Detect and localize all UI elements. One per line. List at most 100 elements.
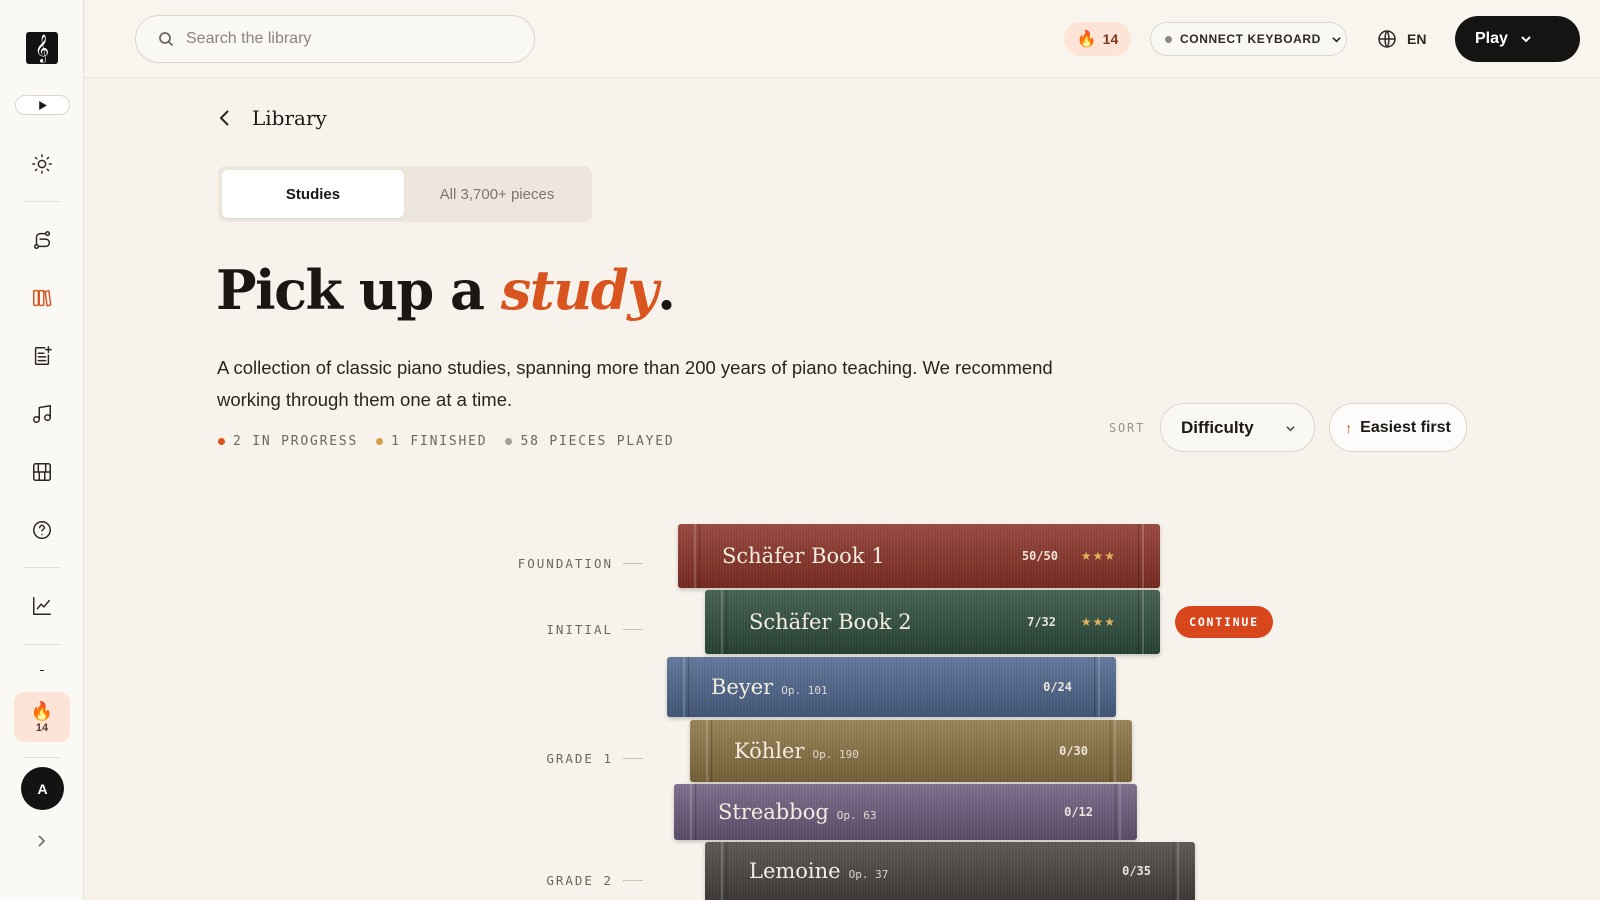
back-button[interactable]	[216, 108, 236, 130]
book-schafer-2[interactable]: Schäfer Book 2 7/32 ★★★	[705, 590, 1160, 654]
book-progress: 0/30	[1059, 744, 1088, 758]
stat-label: 2 IN PROGRESS	[233, 434, 359, 449]
spine-band	[1115, 784, 1116, 840]
spine-band	[721, 590, 723, 654]
sort-dropdown[interactable]: Difficulty	[1160, 403, 1315, 452]
level-label-grade-1: GRADE 1	[546, 751, 643, 766]
spine-band	[711, 720, 712, 782]
expand-sidebar-button[interactable]	[34, 834, 50, 850]
spine-band	[1142, 590, 1144, 654]
flame-icon: 🔥	[1076, 31, 1097, 48]
piano-icon	[33, 463, 51, 481]
book-title-text: Streabbog	[718, 800, 829, 824]
chevron-down-icon	[1332, 36, 1341, 43]
top-bar: 🔥 14 CONNECT KEYBOARD EN Play	[85, 0, 1600, 78]
play-label: Play	[1475, 30, 1508, 47]
page-title: Pick up a study.	[216, 258, 676, 322]
play-icon	[39, 100, 47, 110]
help-icon	[33, 521, 51, 539]
book-streabbog[interactable]: Streabbog Op. 63 0/12	[674, 784, 1137, 840]
language-selector[interactable]: EN	[1377, 26, 1426, 52]
sidebar-item-piano[interactable]	[30, 460, 54, 484]
book-progress: 0/35	[1122, 864, 1151, 878]
book-lemoine[interactable]: Lemoine Op. 37 0/35	[705, 842, 1195, 900]
search-box[interactable]	[135, 15, 535, 63]
spine-band	[721, 842, 723, 900]
spine-band	[1138, 590, 1139, 654]
book-title-text: Beyer	[711, 675, 774, 699]
stat-finished: 1 FINISHED	[376, 434, 487, 449]
sort-label: SORT	[1109, 421, 1146, 435]
book-title-text: Schäfer Book 2	[749, 610, 912, 634]
book-kohler[interactable]: Köhler Op. 190 0/30	[690, 720, 1132, 782]
sort-direction-button[interactable]: ↑ Easiest first	[1329, 403, 1467, 452]
star-rating-icon: ★★★	[1080, 615, 1116, 629]
app-logo[interactable]: 𝄞	[26, 32, 58, 64]
connect-keyboard-button[interactable]: CONNECT KEYBOARD	[1150, 22, 1347, 56]
spine-band	[1094, 657, 1095, 717]
sidebar-item-library[interactable]	[30, 286, 54, 310]
stat-dot	[376, 438, 384, 445]
page-description: A collection of classic piano studies, s…	[217, 357, 1053, 410]
book-progress: 0/24	[1043, 680, 1072, 694]
sidebar-divider	[24, 644, 60, 645]
book-title: Schäfer Book 2	[749, 610, 912, 634]
book-title-text: Schäfer Book 1	[722, 544, 885, 568]
book-beyer[interactable]: Beyer Op. 101 0/24	[667, 657, 1116, 717]
book-schafer-1[interactable]: Schäfer Book 1 50/50 ★★★	[678, 524, 1160, 588]
sidebar-item-add-sheet[interactable]	[30, 344, 54, 368]
sidebar-item-songs[interactable]	[30, 402, 54, 426]
spine-band	[1138, 524, 1139, 588]
sheet-add-icon	[34, 346, 52, 365]
collapse-caret-icon	[40, 670, 44, 673]
spine-band	[683, 657, 685, 717]
spine-band	[690, 784, 692, 840]
flame-icon: 🔥	[30, 700, 54, 721]
sidebar-streak-count: 14	[35, 721, 49, 734]
tab-all-pieces[interactable]: All 3,700+ pieces	[406, 170, 588, 218]
book-progress: 0/12	[1064, 805, 1093, 819]
stat-dot	[218, 438, 225, 445]
sidebar-divider	[24, 567, 60, 568]
book-title-text: Lemoine	[749, 859, 841, 883]
streak-badge[interactable]: 🔥 14	[1064, 22, 1131, 56]
title-prefix: Pick up a	[216, 258, 501, 322]
spine-band	[706, 720, 708, 782]
spine-band	[726, 842, 727, 900]
breadcrumb: Library	[252, 106, 327, 130]
continue-button[interactable]: CONTINUE	[1175, 606, 1273, 638]
progress-stats: 2 IN PROGRESS 1 FINISHED 58 PIECES PLAYE…	[218, 434, 674, 449]
play-button[interactable]: Play	[1455, 16, 1580, 62]
library-tabs: Studies All 3,700+ pieces	[218, 166, 592, 222]
sidebar-play-button[interactable]	[15, 95, 70, 115]
level-label-foundation: FOUNDATION	[518, 556, 643, 571]
streak-count: 14	[1102, 31, 1119, 47]
sidebar-item-paths[interactable]	[30, 228, 54, 252]
sidebar: 𝄞 🔥 14 A	[0, 0, 84, 900]
spine-band	[726, 590, 727, 654]
language-label: EN	[1407, 31, 1427, 47]
sidebar-item-help[interactable]	[30, 518, 54, 542]
avatar[interactable]: A	[21, 767, 64, 810]
globe-icon	[1378, 30, 1396, 48]
spine-band	[1177, 842, 1179, 900]
sidebar-streak-badge[interactable]: 🔥 14	[14, 692, 70, 742]
level-label-initial: INITIAL	[546, 622, 643, 637]
spine-band	[694, 524, 696, 588]
book-title: Schäfer Book 1	[722, 544, 885, 568]
book-opus: Op. 37	[848, 868, 889, 881]
spine-band	[699, 524, 700, 588]
sidebar-item-stats[interactable]	[30, 594, 54, 618]
book-title: Streabbog Op. 63	[718, 800, 877, 824]
tab-studies[interactable]: Studies	[222, 170, 404, 218]
title-suffix: .	[657, 258, 676, 322]
arrow-up-icon: ↑	[1345, 419, 1353, 436]
chart-icon	[33, 597, 51, 615]
sort-value: Difficulty	[1181, 417, 1254, 437]
stat-label: 58 PIECES PLAYED	[520, 434, 675, 449]
stat-in-progress: 2 IN PROGRESS	[218, 434, 358, 449]
book-opus: Op. 101	[781, 684, 828, 697]
theme-toggle-button[interactable]	[30, 152, 54, 176]
search-input[interactable]	[186, 30, 506, 48]
book-opus: Op. 190	[812, 748, 859, 761]
